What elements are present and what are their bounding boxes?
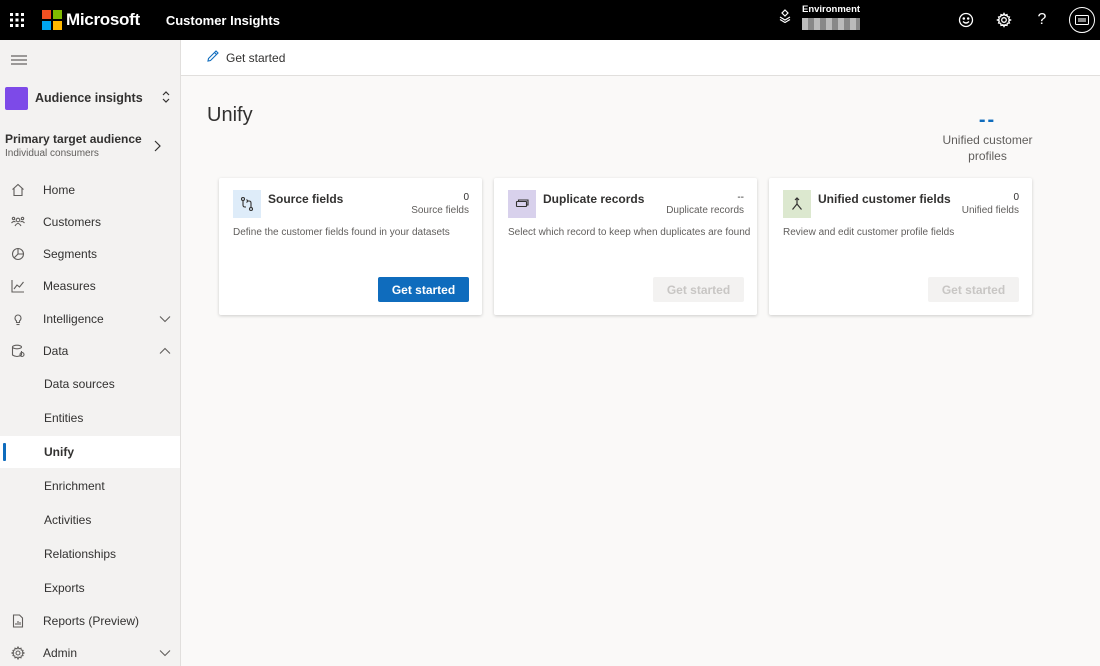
sidebar-item-label: Home xyxy=(43,183,76,197)
page-title: Unify xyxy=(207,104,253,126)
sidebar-item-customers[interactable]: Customers xyxy=(0,207,180,237)
duplicate-records-icon xyxy=(508,190,536,218)
card-count-label: Source fields xyxy=(411,205,469,216)
environment-icon xyxy=(778,8,792,26)
sidebar-item-data[interactable]: Data xyxy=(0,336,180,366)
measures-icon xyxy=(11,279,25,293)
card-title: Source fields xyxy=(268,192,344,206)
sidebar-item-data-sources[interactable]: Data sources xyxy=(0,369,180,399)
smiley-icon[interactable] xyxy=(955,9,977,31)
segments-icon xyxy=(11,247,25,261)
sidebar-item-label: Intelligence xyxy=(43,312,104,326)
environment-label: Environment xyxy=(802,4,861,15)
target-audience-title: Primary target audience xyxy=(5,132,142,146)
sidebar-item-relationships[interactable]: Relationships xyxy=(0,539,180,569)
sidebar-item-entities[interactable]: Entities xyxy=(0,403,180,433)
sidebar-item-label: Segments xyxy=(43,247,98,261)
card-description: Review and edit customer profile fields xyxy=(783,227,955,238)
sidebar-item-admin[interactable]: Admin xyxy=(0,638,180,666)
avatar[interactable] xyxy=(1069,7,1095,33)
duplicate-records-card: Duplicate records -- Duplicate records S… xyxy=(494,178,757,315)
card-description: Define the customer fields found in your… xyxy=(233,227,450,238)
selection-indicator xyxy=(3,443,6,461)
get-started-command[interactable]: Get started xyxy=(206,49,285,66)
card-count-label: Duplicate records xyxy=(666,205,744,216)
chevron-up-icon xyxy=(159,344,171,358)
sidebar-item-enrichment[interactable]: Enrichment xyxy=(0,471,180,501)
sidebar-item-measures[interactable]: Measures xyxy=(0,271,180,301)
sidebar-item-label: Measures xyxy=(43,279,96,293)
get-started-command-label: Get started xyxy=(226,50,286,65)
sidebar-item-label: Reports (Preview) xyxy=(43,614,140,628)
sidebar-item-label: Data xyxy=(43,344,69,358)
sidebar-item-activities[interactable]: Activities xyxy=(0,505,180,535)
hamburger-menu-icon[interactable] xyxy=(10,53,28,67)
brand-name: Microsoft xyxy=(66,10,140,29)
home-icon xyxy=(11,183,25,197)
sidebar-item-unify[interactable]: Unify xyxy=(0,436,180,468)
sidebar-item-intelligence[interactable]: Intelligence xyxy=(0,304,180,334)
card-title: Duplicate records xyxy=(543,192,645,206)
card-count: 0 xyxy=(463,192,469,203)
card-count-label: Unified fields xyxy=(961,205,1019,216)
sidebar: Audience insights Primary target audienc… xyxy=(0,40,181,666)
app-title[interactable]: Customer Insights xyxy=(166,13,280,28)
target-audience-selector[interactable]: Primary target audience Individual consu… xyxy=(5,132,177,159)
sidebar-item-label: Entities xyxy=(44,411,84,425)
sidebar-item-reports[interactable]: Reports (Preview) xyxy=(0,606,180,636)
data-icon xyxy=(11,344,25,358)
sidebar-item-segments[interactable]: Segments xyxy=(0,239,180,269)
up-down-chevron-icon xyxy=(161,90,171,107)
card-description: Select which record to keep when duplica… xyxy=(508,227,751,238)
source-fields-get-started-button[interactable]: Get started xyxy=(378,277,469,302)
reports-icon xyxy=(11,614,25,628)
sidebar-item-label: Admin xyxy=(43,646,78,660)
duplicate-records-get-started-button[interactable]: Get started xyxy=(653,277,744,302)
waffle-icon[interactable] xyxy=(0,0,34,40)
sidebar-item-label: Activities xyxy=(44,513,92,527)
card-title: Unified customer fields xyxy=(818,192,951,206)
sidebar-item-label: Exports xyxy=(44,581,85,595)
chevron-right-icon xyxy=(153,140,161,155)
environment-picker[interactable]: Environment xyxy=(778,4,860,30)
microsoft-logo[interactable]: Microsoft xyxy=(42,10,140,30)
unified-customer-fields-card: Unified customer fields 0 Unified fields… xyxy=(769,178,1032,315)
sidebar-item-label: Customers xyxy=(43,215,102,229)
microsoft-logo-icon xyxy=(42,10,62,30)
chevron-down-icon xyxy=(159,646,171,660)
unified-profiles-label: Unified customer profiles xyxy=(942,133,1033,163)
sidebar-item-exports[interactable]: Exports xyxy=(0,573,180,603)
card-count: -- xyxy=(737,192,744,203)
sidebar-item-home[interactable]: Home xyxy=(0,175,180,205)
unified-profiles-value: -- xyxy=(978,109,997,131)
admin-gear-icon xyxy=(11,646,25,660)
top-bar: Microsoft Customer Insights Environment … xyxy=(0,0,1100,40)
environment-value-redacted xyxy=(802,18,860,30)
unified-fields-get-started-button[interactable]: Get started xyxy=(928,277,1019,302)
sidebar-item-label: Enrichment xyxy=(44,479,105,493)
sidebar-item-label: Unify xyxy=(44,445,74,459)
unified-profiles-stat: -- Unified customer profiles xyxy=(934,108,1041,164)
chevron-down-icon xyxy=(159,312,171,326)
audience-switcher-label: Audience insights xyxy=(35,91,143,105)
sidebar-item-label: Data sources xyxy=(44,377,115,391)
gear-icon[interactable] xyxy=(993,9,1015,31)
command-bar: Get started xyxy=(181,40,1100,76)
card-count: 0 xyxy=(1013,192,1019,203)
lightbulb-icon xyxy=(11,312,25,326)
customers-icon xyxy=(11,215,25,229)
merge-icon xyxy=(783,190,811,218)
target-audience-subtitle: Individual consumers xyxy=(5,148,99,159)
audience-switcher[interactable]: Audience insights xyxy=(5,86,177,110)
source-fields-icon xyxy=(233,190,261,218)
sidebar-item-label: Relationships xyxy=(44,547,117,561)
audience-insights-icon xyxy=(5,86,28,110)
source-fields-card: Source fields 0 Source fields Define the… xyxy=(219,178,482,315)
help-icon[interactable]: ? xyxy=(1031,9,1053,31)
pencil-icon xyxy=(206,49,220,66)
